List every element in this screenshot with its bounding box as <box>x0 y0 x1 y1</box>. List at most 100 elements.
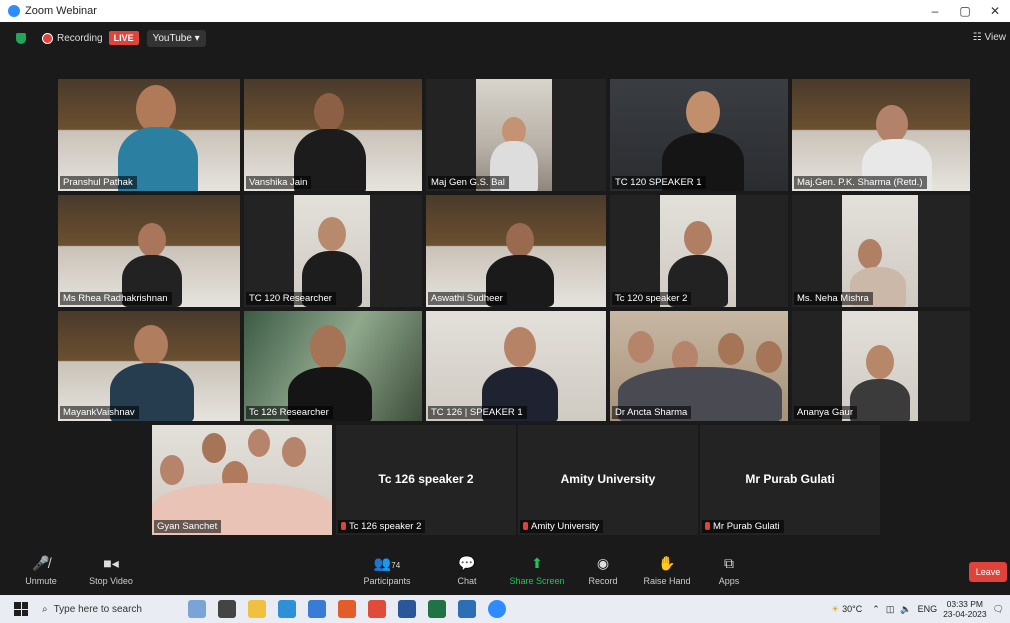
close-button[interactable]: ✕ <box>980 4 1010 18</box>
participant-name: Tc 126 speaker 2 <box>338 520 426 533</box>
raise-hand-button[interactable]: ✋ Raise Hand <box>632 554 702 586</box>
chat-bubble-icon: 💬 <box>458 555 476 571</box>
firefox-icon[interactable] <box>338 600 356 618</box>
video-tile[interactable]: Pranshul Pathak <box>58 79 240 191</box>
record-button[interactable]: ◉ Record <box>568 554 638 586</box>
muted-mic-icon <box>341 522 346 530</box>
participants-button[interactable]: 👥74 Participants <box>352 554 422 586</box>
window-titlebar: Zoom Webinar – ▢ ✕ <box>0 0 1010 22</box>
search-icon: ⌕ <box>42 603 48 615</box>
share-screen-button[interactable]: ⬆ Share Screen <box>502 554 572 586</box>
recording-dot-icon <box>42 32 53 44</box>
video-tile[interactable]: Tc 120 speaker 2 <box>610 195 788 307</box>
apps-button[interactable]: ⧉ Apps <box>694 554 764 586</box>
excel-icon[interactable] <box>428 600 446 618</box>
participant-name: Maj.Gen. P.K. Sharma (Retd.) <box>794 176 927 189</box>
edge-icon[interactable] <box>278 600 296 618</box>
recording-label[interactable]: Recording <box>57 33 103 44</box>
video-tile[interactable]: Gyan Sanchet <box>152 425 332 535</box>
participant-name: Dr Ancta Sharma <box>612 406 692 419</box>
weather-icon[interactable]: ☀ <box>831 604 839 615</box>
date: 23-04-2023 <box>943 609 987 619</box>
unmute-button[interactable]: 🎤̸ Unmute <box>6 554 76 586</box>
participant-name: TC 120 Researcher <box>246 292 336 305</box>
photos-icon[interactable] <box>458 600 476 618</box>
task-view-icon[interactable] <box>218 600 236 618</box>
record-icon: ◉ <box>596 555 610 571</box>
video-tile[interactable]: Tc 126 speaker 2 Tc 126 speaker 2 <box>336 425 516 535</box>
video-tile[interactable]: Ananya Gaur <box>792 311 970 421</box>
video-tile[interactable]: TC 120 SPEAKER 1 <box>610 79 788 191</box>
participant-name: MayankVaishnav <box>60 406 139 419</box>
chat-button[interactable]: 💬 Chat <box>432 554 502 586</box>
windows-start-icon[interactable] <box>14 602 28 616</box>
video-tile[interactable]: Tc 126 Researcher <box>244 311 422 421</box>
video-tile[interactable]: Aswathi Sudheer <box>426 195 606 307</box>
window-title: Zoom Webinar <box>25 5 97 17</box>
participant-name: TC 120 SPEAKER 1 <box>612 176 706 189</box>
participant-name: Ms. Neha Mishra <box>794 292 873 305</box>
participant-display-name: Tc 126 speaker 2 <box>378 472 474 486</box>
muted-mic-icon <box>705 522 710 530</box>
zoom-logo-icon <box>8 5 20 17</box>
muted-mic-icon <box>523 522 528 530</box>
video-tile[interactable]: TC 126 | SPEAKER 1 <box>426 311 606 421</box>
video-tile[interactable]: Mr Purab Gulati Mr Purab Gulati <box>700 425 880 535</box>
participant-display-name: Mr Purab Gulati <box>745 472 835 486</box>
participant-name: Pranshul Pathak <box>60 176 137 189</box>
muted-microphone-icon: 🎤̸ <box>32 555 50 571</box>
volume-icon[interactable]: 🔈 <box>900 604 911 615</box>
apps-icon: ⧉ <box>724 555 734 571</box>
raise-hand-icon: ✋ <box>658 555 676 571</box>
participant-name: Vanshika Jain <box>246 176 312 189</box>
participant-name: Tc 126 Researcher <box>246 406 333 419</box>
zoom-taskbar-icon[interactable] <box>488 600 506 618</box>
network-icon[interactable]: ◫ <box>886 604 895 615</box>
participant-name: Tc 120 speaker 2 <box>612 292 692 305</box>
share-screen-icon: ⬆ <box>531 555 543 571</box>
video-tile[interactable]: Maj Gen G.S. Bal <box>426 79 606 191</box>
minimize-button[interactable]: – <box>920 4 950 18</box>
video-tile[interactable]: Dr Ancta Sharma <box>610 311 788 421</box>
system-tray: ☀ 30°C ⌃ ◫ 🔈 ENG 03:33 PM 23-04-2023 🗨 <box>831 595 1004 623</box>
temperature[interactable]: 30°C <box>842 604 862 614</box>
shield-icon[interactable] <box>16 32 26 44</box>
video-camera-icon: ■◂ <box>103 555 119 571</box>
participant-name: Aswathi Sudheer <box>428 292 507 305</box>
widget-icon[interactable] <box>188 600 206 618</box>
time: 03:33 PM <box>946 599 984 609</box>
search-placeholder: Type here to search <box>53 603 142 615</box>
meeting-controls: 🎤̸ Unmute ■◂ Stop Video 👥74 Participants… <box>0 550 1010 594</box>
file-explorer-icon[interactable] <box>248 600 266 618</box>
video-tile[interactable]: Ms Rhea Radhakrishnan <box>58 195 240 307</box>
video-tile[interactable]: Maj.Gen. P.K. Sharma (Retd.) <box>792 79 970 191</box>
meeting-topbar: Recording LIVE YouTube ▾ ☷ View <box>0 22 1010 54</box>
participant-name: TC 126 | SPEAKER 1 <box>428 406 527 419</box>
participant-name: Ananya Gaur <box>794 406 857 419</box>
chrome-icon[interactable] <box>368 600 386 618</box>
video-tile[interactable]: Vanshika Jain <box>244 79 422 191</box>
video-tile[interactable]: TC 120 Researcher <box>244 195 422 307</box>
video-tile[interactable]: MayankVaishnav <box>58 311 240 421</box>
mail-icon[interactable] <box>308 600 326 618</box>
participant-name: Gyan Sanchet <box>154 520 222 533</box>
maximize-button[interactable]: ▢ <box>950 4 980 18</box>
clock[interactable]: 03:33 PM 23-04-2023 <box>943 599 986 619</box>
participant-name: Maj Gen G.S. Bal <box>428 176 509 189</box>
live-badge[interactable]: LIVE <box>108 31 139 45</box>
video-tile[interactable]: Amity University Amity University <box>518 425 698 535</box>
windows-taskbar: ⌕ Type here to search ☀ 30°C ⌃ ◫ 🔈 ENG 0… <box>0 595 1010 623</box>
video-tile[interactable]: Ms. Neha Mishra <box>792 195 970 307</box>
language-indicator[interactable]: ENG <box>918 604 938 614</box>
tray-chevron-icon[interactable]: ⌃ <box>872 604 880 615</box>
participant-name: Amity University <box>520 520 604 533</box>
word-icon[interactable] <box>398 600 416 618</box>
notifications-icon[interactable]: 🗨 <box>993 604 1004 615</box>
stream-dropdown[interactable]: YouTube ▾ <box>146 29 206 47</box>
stop-video-button[interactable]: ■◂ Stop Video <box>76 554 146 586</box>
view-button[interactable]: ☷ View <box>973 32 1006 43</box>
taskbar-search[interactable]: ⌕ Type here to search <box>42 599 182 619</box>
leave-button[interactable]: Leave <box>969 562 1007 582</box>
participant-name: Mr Purab Gulati <box>702 520 784 533</box>
participants-icon: 👥74 <box>373 555 401 571</box>
